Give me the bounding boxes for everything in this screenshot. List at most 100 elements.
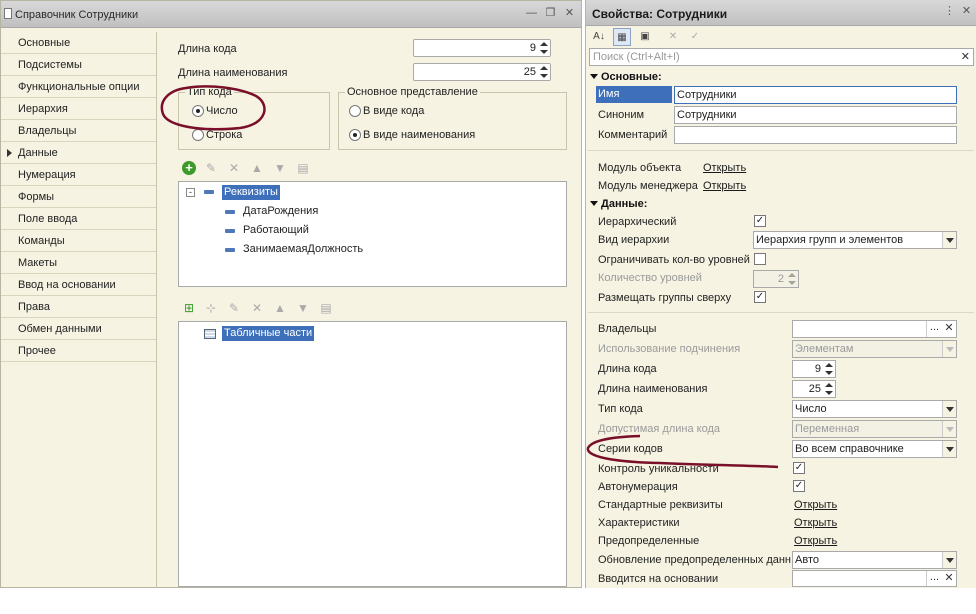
move-up-icon[interactable]: ▲ [250, 161, 264, 175]
nav-item-forms[interactable]: Формы [1, 186, 157, 208]
nav-item-label: Ввод на основании [18, 279, 116, 291]
confirm-icon[interactable]: ✓ [686, 28, 704, 46]
nav-item-input-based-on[interactable]: Ввод на основании [1, 274, 157, 296]
hierarchical-checkbox[interactable]: ✓ [754, 215, 766, 227]
move-down-icon[interactable]: ▼ [273, 161, 287, 175]
nav-item-data-exchange[interactable]: Обмен данными [1, 318, 157, 340]
nav-item-numbering[interactable]: Нумерация [1, 164, 157, 186]
sort-icon[interactable]: ▤ [296, 161, 310, 175]
autonumbering-checkbox[interactable]: ✓ [793, 480, 805, 492]
nav-item-rights[interactable]: Права [1, 296, 157, 318]
tree-item-tabular-parts[interactable]: Табличные части [222, 326, 315, 341]
levels-count-input[interactable]: 2 [753, 270, 799, 288]
clear-search-icon[interactable]: ✕ [961, 49, 970, 65]
pin-icon[interactable]: ⋮ [943, 5, 956, 18]
chevron-down-icon[interactable] [942, 552, 956, 568]
presentation-code-radio[interactable] [349, 105, 361, 117]
prop-name-input[interactable]: Сотрудники [674, 86, 957, 104]
predefined-update-select[interactable]: Авто [792, 551, 957, 569]
select-dots-icon[interactable]: ... [926, 571, 942, 586]
collapse-icon[interactable]: - [186, 188, 195, 197]
select-dots-icon[interactable]: ... [926, 321, 942, 337]
chevron-down-icon[interactable] [942, 401, 956, 417]
separator [588, 150, 974, 151]
chevron-down-icon[interactable] [942, 441, 956, 457]
code-length-input[interactable]: 9 [413, 39, 551, 57]
nav-item-templates[interactable]: Макеты [1, 252, 157, 274]
nav-item-subsystems[interactable]: Подсистемы [1, 54, 157, 76]
nav-item-hierarchy[interactable]: Иерархия [1, 98, 157, 120]
predefined-open-link[interactable]: Открыть [794, 535, 837, 547]
spin-icon[interactable] [538, 40, 550, 56]
code-type-number-radio[interactable] [192, 105, 204, 117]
prop-name-value: Сотрудники [677, 89, 737, 101]
section-main-header[interactable]: Основные: [590, 71, 662, 83]
owners-input[interactable]: ... ✕ [792, 320, 957, 338]
groups-on-top-checkbox[interactable]: ✓ [754, 291, 766, 303]
spin-icon[interactable] [538, 64, 550, 80]
standard-attrs-open-link[interactable]: Открыть [794, 499, 837, 511]
delete-icon[interactable]: ✕ [227, 161, 241, 175]
add-icon[interactable]: + [182, 161, 196, 175]
nav-item-label: Функциональные опции [18, 81, 140, 93]
chevron-down-icon[interactable] [942, 421, 956, 437]
object-module-open-link[interactable]: Открыть [703, 162, 746, 174]
tree-item-working[interactable]: Работающий [243, 224, 309, 236]
allowed-code-length-select[interactable]: Переменная [792, 420, 957, 438]
sort-icon[interactable]: ▤ [319, 301, 333, 315]
spin-icon[interactable] [823, 381, 835, 397]
delete-icon[interactable]: ✕ [250, 301, 264, 315]
based-on-input[interactable]: ... ✕ [792, 570, 957, 587]
code-series-select[interactable]: Во всем справочнике [792, 440, 957, 458]
subordination-select[interactable]: Элементам [792, 340, 957, 358]
code-length-input[interactable]: 9 [792, 360, 836, 378]
code-type-string-radio[interactable] [192, 129, 204, 141]
move-up-icon[interactable]: ▲ [273, 301, 287, 315]
minimize-icon[interactable]: — [525, 7, 538, 20]
nav-item-owners[interactable]: Владельцы [1, 120, 157, 142]
chevron-down-icon[interactable] [942, 232, 956, 248]
manager-module-open-link[interactable]: Открыть [703, 180, 746, 192]
add-column-icon[interactable]: ⊹ [204, 301, 218, 315]
close-icon[interactable]: ✕ [563, 7, 576, 20]
chevron-down-icon[interactable] [942, 341, 956, 357]
characteristics-open-link[interactable]: Открыть [794, 517, 837, 529]
nav-item-main[interactable]: Основные [1, 32, 157, 54]
spin-icon[interactable] [786, 271, 798, 287]
hierarchy-kind-select[interactable]: Иерархия групп и элементов [753, 231, 957, 249]
prop-synonym-input[interactable]: Сотрудники [674, 106, 957, 124]
filter-icon[interactable]: ▣ [636, 28, 654, 46]
move-down-icon[interactable]: ▼ [296, 301, 310, 315]
tree-item-birthdate[interactable]: ДатаРождения [243, 205, 318, 217]
limit-levels-checkbox[interactable] [754, 253, 766, 265]
document-icon [4, 8, 12, 19]
edit-icon[interactable]: ✎ [204, 161, 218, 175]
presentation-name-radio[interactable] [349, 129, 361, 141]
code-type-select[interactable]: Число [792, 400, 957, 418]
close-icon[interactable]: ✕ [960, 5, 973, 18]
properties-search-input[interactable]: Поиск (Ctrl+Alt+I) ✕ [589, 48, 974, 66]
clear-icon[interactable]: ✕ [942, 571, 956, 586]
nav-item-data[interactable]: Данные [1, 142, 157, 164]
nav-item-commands[interactable]: Команды [1, 230, 157, 252]
categories-icon[interactable]: ▦ [613, 28, 631, 46]
nav-item-input-field[interactable]: Поле ввода [1, 208, 157, 230]
sort-alpha-icon[interactable]: A↓ [590, 28, 608, 46]
maximize-icon[interactable]: ❐ [544, 7, 557, 20]
edit-icon[interactable]: ✎ [227, 301, 241, 315]
uniqueness-checkbox[interactable]: ✓ [793, 462, 805, 474]
nav-item-functional-options[interactable]: Функциональные опции [1, 76, 157, 98]
prop-manager-module-label: Модуль менеджера [598, 180, 698, 192]
prop-name-length-label: Длина наименования [598, 383, 708, 395]
prop-comment-input[interactable] [674, 126, 957, 144]
name-length-input[interactable]: 25 [792, 380, 836, 398]
clear-icon[interactable]: ✕ [942, 321, 956, 337]
tree-item-attributes[interactable]: Реквизиты [222, 185, 280, 200]
section-data-header[interactable]: Данные: [590, 198, 647, 210]
tree-item-position[interactable]: ЗанимаемаяДолжность [243, 243, 363, 255]
clear-icon[interactable]: ✕ [664, 28, 682, 46]
nav-item-other[interactable]: Прочее [1, 340, 157, 362]
add-table-icon[interactable]: ⊞ [182, 301, 196, 315]
name-length-input[interactable]: 25 [413, 63, 551, 81]
spin-icon[interactable] [823, 361, 835, 377]
